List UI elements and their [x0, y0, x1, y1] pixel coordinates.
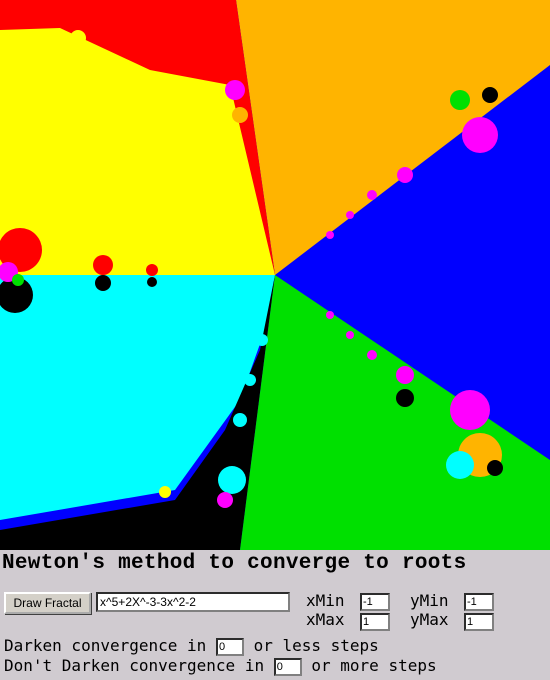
xmax-input[interactable] — [360, 613, 390, 631]
page-title: Newton's method to converge to roots — [2, 552, 467, 575]
ymax-input[interactable] — [464, 613, 494, 631]
no-darken-steps-input[interactable] — [273, 657, 302, 676]
xmin-input[interactable] — [360, 593, 390, 611]
darken-row: Darken convergence in or less steps — [4, 636, 379, 656]
draw-fractal-button[interactable]: Draw Fractal — [4, 592, 91, 614]
darken-suffix-label: or less steps — [253, 636, 379, 655]
newton-fractal-canvas[interactable] — [0, 0, 550, 550]
xmax-label: xMax — [306, 610, 345, 629]
no-darken-suffix-label: or more steps — [311, 656, 437, 675]
ymax-label: yMax — [410, 610, 449, 629]
darken-steps-input[interactable] — [215, 637, 244, 656]
ymin-input[interactable] — [464, 593, 494, 611]
darken-prefix-label: Darken convergence in — [4, 636, 207, 655]
expression-input[interactable] — [96, 592, 290, 612]
ymin-label: yMin — [410, 591, 449, 610]
no-darken-prefix-label: Don't Darken convergence in — [4, 656, 265, 675]
xmin-label: xMin — [306, 591, 345, 610]
no-darken-row: Don't Darken convergence in or more step… — [4, 656, 437, 676]
